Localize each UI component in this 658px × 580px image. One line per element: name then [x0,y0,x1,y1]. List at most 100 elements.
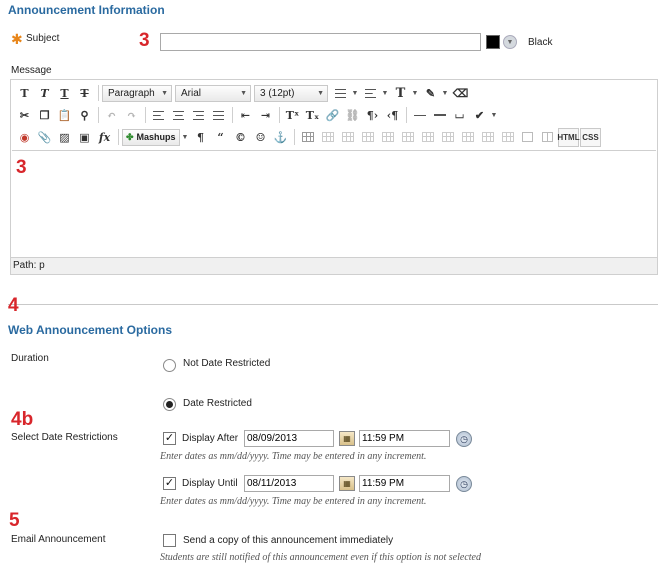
unlink-icon[interactable]: ⛓ [343,106,362,125]
calendar-icon[interactable]: ▦ [339,476,355,491]
css-button[interactable]: CSS [580,127,601,147]
media-icon[interactable]: ▣ [75,128,94,147]
anchor-icon[interactable]: ⚓ [271,128,290,147]
table-cell-props-icon[interactable] [438,128,457,147]
cell-icon[interactable] [518,128,537,147]
redo-icon[interactable]: ↷ [122,106,141,125]
toolbar-row-1: T T T T Paragraph ▼ Arial ▼ 3 (12pt) ▼ ▼… [15,83,471,103]
font-family-select[interactable]: Arial ▼ [175,84,251,102]
color-swatch[interactable] [486,35,500,49]
table-row-after-icon[interactable] [338,128,357,147]
web-options-title: Web Announcement Options [8,323,172,337]
bold-icon[interactable]: T [15,84,34,103]
underline-icon[interactable]: T [55,84,74,103]
paragraph-format-select[interactable]: Paragraph ▼ [102,84,172,102]
toolbar-separator [98,85,99,101]
display-after-time-input[interactable] [359,430,450,447]
justify-icon[interactable] [209,106,228,125]
clock-icon[interactable]: ◷ [456,476,472,492]
link-icon[interactable]: 🔗 [323,106,342,125]
date-restricted-radio[interactable] [163,398,176,411]
chevron-down-icon[interactable]: ▼ [490,112,498,119]
undo-icon[interactable]: ↶ [102,106,121,125]
quote-icon[interactable]: “ [211,128,230,147]
rtl-icon[interactable]: ‹¶ [383,106,402,125]
table-merge-icon[interactable] [458,128,477,147]
subscript-icon[interactable]: Tₓ [303,106,322,125]
calendar-icon[interactable]: ▦ [339,431,355,446]
spellcheck-icon[interactable]: ✔ [470,106,489,125]
subject-label: Subject [26,33,60,44]
mashups-label: Mashups [136,132,176,142]
not-date-restricted-radio[interactable] [163,359,176,372]
display-after-checkbox[interactable]: ✓ [163,432,176,445]
clock-icon[interactable]: ◷ [456,431,472,447]
paragraph-mark-icon[interactable]: ¶ [191,128,210,147]
font-size-value: 3 (12pt) [260,87,295,99]
chevron-down-icon: ▼ [240,89,247,97]
message-textarea[interactable] [12,150,656,257]
font-size-select[interactable]: 3 (12pt) ▼ [254,84,328,102]
toolbar-separator [118,129,119,145]
record-icon[interactable]: ◉ [15,128,34,147]
subject-input[interactable] [160,33,481,51]
copyright-icon[interactable]: © [231,128,250,147]
table-col-before-icon[interactable] [378,128,397,147]
chevron-down-icon[interactable]: ▼ [351,90,359,97]
table-delete-row-icon[interactable] [358,128,377,147]
marker-web-options: 4 [8,295,19,316]
copy-icon[interactable]: ❐ [35,106,54,125]
align-right-icon[interactable] [189,106,208,125]
bullet-list-icon[interactable] [331,84,350,103]
superscript-icon[interactable]: Tˣ [283,106,302,125]
italic-icon[interactable]: T [35,84,54,103]
mashups-select[interactable]: ✤ Mashups [122,128,180,146]
table-col-after-icon[interactable] [398,128,417,147]
chevron-down-icon: ▼ [161,89,168,97]
attach-icon[interactable]: 📎 [35,128,54,147]
paste-icon[interactable]: 📋 [55,106,74,125]
align-center-icon[interactable] [169,106,188,125]
email-copy-checkbox[interactable] [163,534,176,547]
table-row-before-icon[interactable] [318,128,337,147]
table-delete-col-icon[interactable] [418,128,437,147]
eraser-icon[interactable]: ⌫ [451,84,470,103]
text-color-icon[interactable]: T [391,84,410,103]
display-after-date-input[interactable] [244,430,334,447]
display-until-checkbox[interactable]: ✓ [163,477,176,490]
find-icon[interactable]: ⚲ [75,106,94,125]
section-divider [8,304,658,305]
display-until-time-input[interactable] [359,475,450,492]
chevron-down-icon[interactable]: ▼ [381,90,389,97]
chevron-down-icon[interactable]: ▼ [411,90,419,97]
display-until-date-input[interactable] [244,475,334,492]
indent-icon[interactable]: ⇥ [256,106,275,125]
strikethrough-icon[interactable]: T [75,84,94,103]
math-icon[interactable]: fx [95,128,114,147]
select-date-restrictions-label: Select Date Restrictions [11,432,118,443]
chevron-down-icon[interactable]: ▼ [181,134,189,141]
email-announcement-label: Email Announcement [11,534,106,545]
color-picker-button[interactable]: ▼ [503,35,517,49]
split-cell-icon[interactable] [538,128,557,147]
emoji-icon[interactable]: ☺ [251,128,270,147]
horizontal-rule-icon[interactable] [410,106,429,125]
outdent-icon[interactable]: ⇤ [236,106,255,125]
highlight-icon[interactable]: ✎ [421,84,440,103]
toolbar-separator [145,107,146,123]
chevron-down-icon[interactable]: ▼ [441,90,449,97]
non-breaking-space-icon[interactable]: ⌴ [450,106,469,125]
numbered-list-icon[interactable] [361,84,380,103]
thick-rule-icon[interactable] [430,106,449,125]
table-icon[interactable] [298,128,317,147]
table-split-icon[interactable] [478,128,497,147]
marker-subject: 3 [139,30,150,51]
image-icon[interactable]: ▨ [55,128,74,147]
html-button[interactable]: HTML [557,127,580,147]
ltr-icon[interactable]: ¶› [363,106,382,125]
display-after-hint: Enter dates as mm/dd/yyyy. Time may be e… [160,451,427,462]
table-row-props-icon[interactable] [498,128,517,147]
cut-icon[interactable]: ✂ [15,106,34,125]
align-left-icon[interactable] [149,106,168,125]
not-date-restricted-label: Not Date Restricted [183,358,271,369]
